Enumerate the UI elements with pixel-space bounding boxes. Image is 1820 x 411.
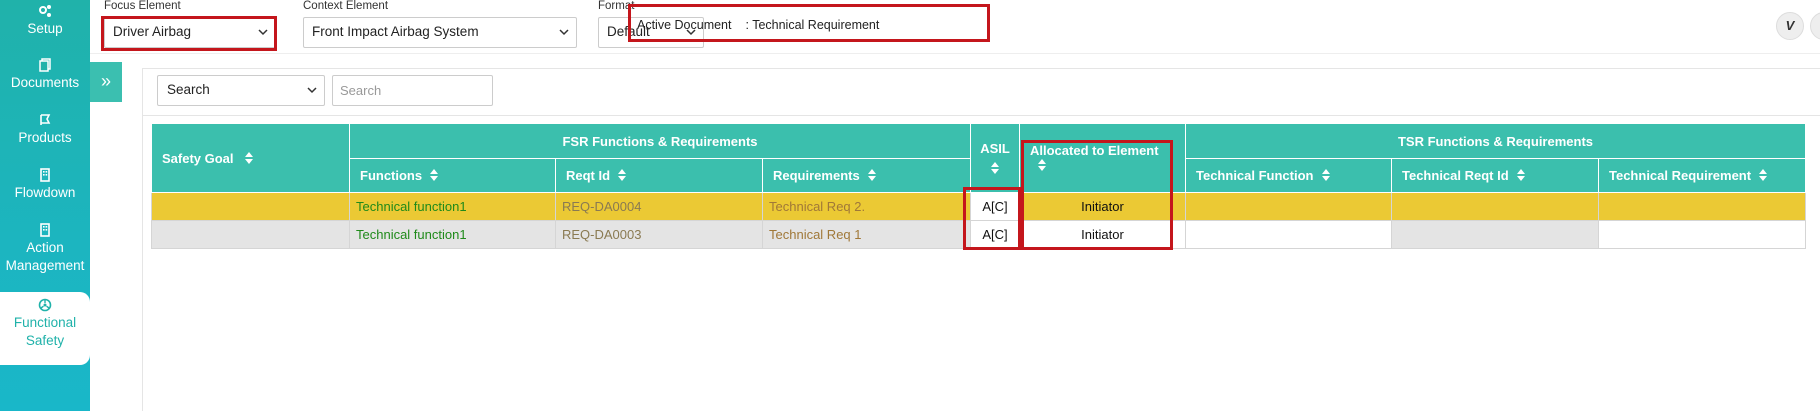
col-group-label: TSR Functions & Requirements bbox=[1397, 133, 1594, 149]
vimeo-icon: V bbox=[1785, 18, 1795, 33]
vimeo-button[interactable]: V bbox=[1776, 12, 1804, 40]
annotation-box bbox=[1021, 140, 1173, 250]
col-header-requirements[interactable]: Requirements bbox=[762, 158, 971, 193]
cell-tech-function bbox=[1185, 220, 1392, 249]
col-header-label: ASIL bbox=[980, 140, 1010, 156]
sidebar-item-setup[interactable]: Setup bbox=[0, 4, 90, 44]
sidebar-item-label: Setup bbox=[27, 21, 63, 36]
sort-icon bbox=[245, 151, 254, 164]
active-document-value: : Technical Requirement bbox=[745, 18, 880, 32]
col-header-asil[interactable]: ASIL bbox=[970, 123, 1020, 193]
sidebar-item-label-line2: Safety bbox=[25, 333, 65, 348]
col-group-label: FSR Functions & Requirements bbox=[562, 133, 758, 149]
col-header-label: Requirements bbox=[773, 168, 860, 183]
cell-requirement[interactable]: Technical Req 1 bbox=[762, 220, 971, 249]
sort-icon bbox=[1516, 169, 1525, 181]
cell-tech-function bbox=[1185, 192, 1392, 221]
double-chevron-right-icon: » bbox=[100, 71, 111, 91]
sort-icon bbox=[618, 169, 627, 181]
col-header-technical-requirement[interactable]: Technical Requirement bbox=[1598, 158, 1806, 193]
sidebar-item-action-management[interactable]: Action Management bbox=[0, 223, 90, 281]
sort-icon bbox=[991, 161, 999, 174]
col-header-label: Reqt Id bbox=[566, 168, 611, 183]
sort-icon bbox=[1321, 169, 1330, 181]
col-header-safety-goal[interactable]: Safety Goal bbox=[151, 123, 350, 193]
cell-tech-requirement bbox=[1598, 192, 1806, 221]
sidebar-item-label-line1: Action bbox=[26, 240, 64, 255]
action-icon bbox=[40, 223, 50, 237]
sidebar-item-functional-safety[interactable]: Functional Safety bbox=[0, 292, 90, 365]
focus-element-label: Focus Element bbox=[104, 0, 181, 12]
sidebar-item-products[interactable]: Products bbox=[0, 113, 90, 153]
cell-tech-reqt-id bbox=[1391, 220, 1599, 249]
search-placeholder: Search bbox=[340, 83, 382, 98]
app-root: { "sidebar": { "items": [ {"label": "Set… bbox=[0, 0, 1820, 411]
col-header-label: Technical Reqt Id bbox=[1402, 168, 1509, 183]
search-input[interactable]: Search bbox=[332, 75, 493, 106]
col-header-technical-reqt-id[interactable]: Technical Reqt Id bbox=[1391, 158, 1599, 193]
context-element-value: Front Impact Airbag System bbox=[312, 24, 479, 39]
sidebar: Setup Documents Products Flowdown Action… bbox=[0, 0, 90, 411]
annotation-box bbox=[101, 16, 277, 51]
search-field-select[interactable]: Search bbox=[157, 75, 325, 106]
cell-tech-requirement bbox=[1598, 220, 1806, 249]
active-document: Active Document : Technical Requirement bbox=[628, 4, 990, 42]
collapse-sidebar-button[interactable]: » bbox=[90, 62, 122, 102]
cell-reqt-id[interactable]: REQ-DA0004 bbox=[555, 192, 763, 221]
col-header-label: Technical Function bbox=[1196, 168, 1314, 183]
col-header-label: Safety Goal bbox=[162, 150, 234, 166]
cell-tech-reqt-id bbox=[1391, 192, 1599, 221]
sidebar-item-flowdown[interactable]: Flowdown bbox=[0, 168, 90, 208]
col-header-functions[interactable]: Functions bbox=[349, 158, 556, 193]
chevron-down-icon bbox=[307, 87, 317, 94]
annotation-box bbox=[963, 187, 1021, 250]
sidebar-item-label-line1: Functional bbox=[13, 315, 77, 330]
cell-function[interactable]: Technical function1 bbox=[349, 192, 556, 221]
sort-icon bbox=[430, 169, 439, 181]
col-header-technical-function[interactable]: Technical Function bbox=[1185, 158, 1392, 193]
context-element-select[interactable]: Front Impact Airbag System bbox=[303, 17, 577, 48]
cell-safety-goal bbox=[151, 220, 350, 249]
col-header-label: Functions bbox=[360, 168, 423, 183]
col-group-fsr: FSR Functions & Requirements bbox=[349, 123, 971, 159]
active-document-label: Active Document bbox=[637, 18, 732, 32]
sidebar-item-label: Products bbox=[18, 130, 72, 145]
gears-icon bbox=[39, 5, 51, 17]
chevron-down-icon bbox=[559, 29, 569, 36]
sidebar-item-label: Documents bbox=[10, 75, 80, 90]
sort-icon bbox=[867, 169, 876, 181]
search-field-value: Search bbox=[167, 82, 210, 97]
sort-icon bbox=[1759, 169, 1768, 181]
products-icon bbox=[40, 114, 51, 125]
divider bbox=[143, 115, 1820, 116]
cell-safety-goal bbox=[151, 192, 350, 221]
cell-requirement[interactable]: Technical Req 2. bbox=[762, 192, 971, 221]
col-group-tsr: TSR Functions & Requirements bbox=[1185, 123, 1806, 159]
cell-function[interactable]: Technical function1 bbox=[349, 220, 556, 249]
sidebar-item-label-line2: Management bbox=[5, 258, 85, 273]
functional-safety-icon bbox=[38, 298, 52, 312]
flowdown-icon bbox=[40, 168, 50, 182]
col-header-reqt-id[interactable]: Reqt Id bbox=[555, 158, 763, 193]
col-header-label: Technical Requirement bbox=[1609, 168, 1752, 183]
cell-reqt-id[interactable]: REQ-DA0003 bbox=[555, 220, 763, 249]
context-element-label: Context Element bbox=[303, 0, 389, 12]
sidebar-item-documents[interactable]: Documents bbox=[0, 58, 90, 98]
sidebar-item-label: Flowdown bbox=[14, 185, 76, 200]
documents-icon bbox=[39, 58, 51, 72]
